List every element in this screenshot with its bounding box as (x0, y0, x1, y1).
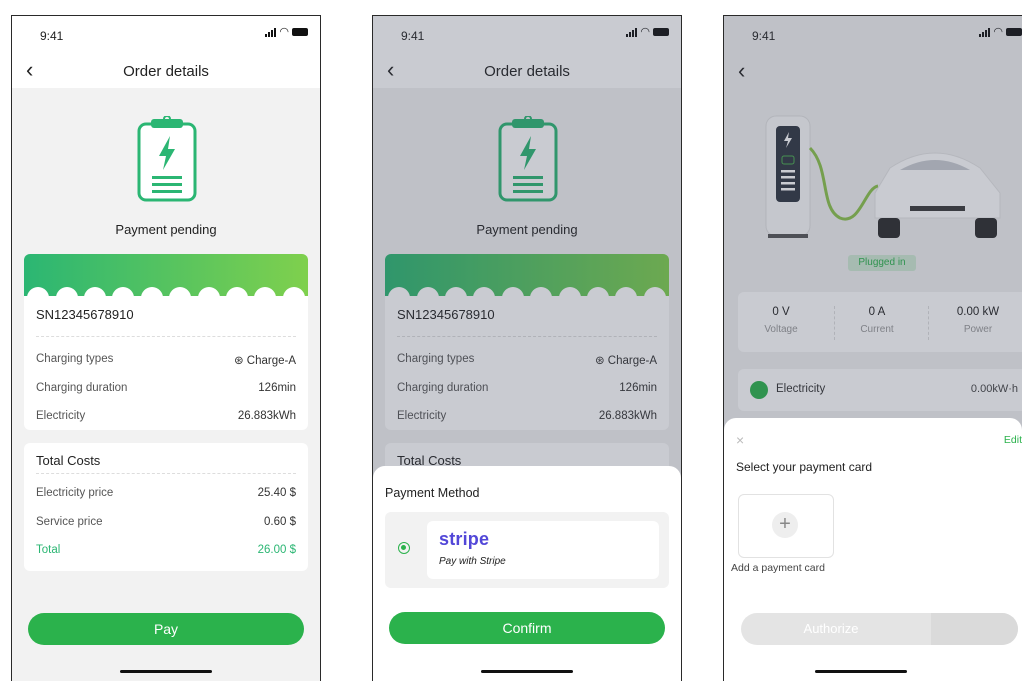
page-title: Order details (123, 63, 209, 80)
sheet-title: Select your payment card (736, 460, 873, 474)
payment-method-screen: 9:41 ◠ ‹ Order details Payment pending S… (372, 15, 682, 681)
home-indicator (481, 670, 573, 673)
clipboard-bolt-icon (137, 116, 197, 202)
charging-screen: 9:41 ◠ ‹ Plugged in 0 V Voltage 0 A Curr… (723, 15, 1022, 681)
stripe-option[interactable]: stripe Pay with Stripe (385, 512, 669, 588)
signal-icon (265, 27, 277, 37)
radio-selected-icon[interactable] (398, 542, 410, 554)
order-details-screen: 9:41 ◠ ‹ Order details Payment pending S… (11, 15, 321, 681)
order-info-card: SN12345678910 Charging types ⊛ Charge-A … (24, 296, 308, 430)
confirm-button[interactable]: Confirm (389, 612, 665, 644)
sheet-title: Payment Method (385, 486, 480, 500)
add-card-label: Add a payment card (731, 562, 825, 574)
info-row-electricity: Electricity 26.883kWh (36, 410, 296, 422)
wifi-icon: ◠ (279, 26, 289, 38)
costs-card: Total Costs Electricity price 25.40 $ Se… (24, 443, 308, 571)
pay-button[interactable]: Pay (28, 613, 304, 645)
authorize-button[interactable]: Authorize (741, 613, 1018, 645)
stripe-logo: stripe (439, 529, 490, 549)
add-card-button[interactable]: + (738, 494, 834, 558)
payment-status: Payment pending (115, 222, 217, 237)
stripe-subtitle: Pay with Stripe (439, 556, 506, 567)
home-indicator (815, 670, 908, 673)
status-bar: 9:41 ◠ (12, 16, 320, 56)
plus-icon: + (772, 512, 798, 538)
status-time: 9:41 (40, 29, 64, 43)
home-indicator (120, 670, 212, 673)
stripe-card: stripe Pay with Stripe (427, 521, 659, 579)
ticket-banner (24, 254, 308, 296)
charge-a-plug-icon: ⊛ (233, 355, 244, 367)
info-row-duration: Charging duration 126min (36, 382, 296, 394)
close-icon[interactable]: × (736, 432, 744, 448)
cost-row-total: Total 26.00 $ (36, 544, 296, 556)
costs-title: Total Costs (36, 453, 101, 468)
nav-bar: ‹ Order details (12, 56, 320, 88)
cost-row-electricity: Electricity price 25.40 $ (36, 487, 296, 499)
serial-number: SN12345678910 (36, 307, 134, 322)
battery-icon (292, 28, 308, 36)
info-row-charging-type: Charging types ⊛ Charge-A (36, 353, 296, 367)
edit-button[interactable]: Edit (1004, 434, 1022, 446)
cost-row-service: Service price 0.60 $ (36, 516, 296, 528)
payment-method-sheet: Payment Method stripe Pay with Stripe (373, 466, 681, 681)
